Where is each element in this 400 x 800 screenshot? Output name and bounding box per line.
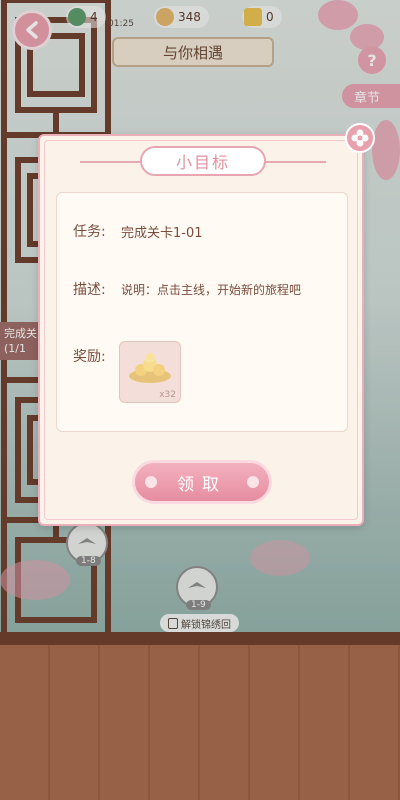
- dialog-title-text: 小目标: [175, 153, 230, 172]
- reward-quantity: x32: [159, 390, 176, 400]
- close-flower-icon: [351, 129, 369, 147]
- reward-label: 奖励:: [73, 349, 106, 365]
- description-value: 说明：点击主线，开始新的旅程吧: [121, 283, 302, 297]
- task-label: 任务:: [73, 224, 106, 240]
- reward-item[interactable]: x32: [119, 341, 181, 403]
- flower-icon: [247, 476, 259, 488]
- dialog-title: 小目标: [140, 146, 266, 176]
- goal-content: 任务: 完成关卡1-01 描述: 说明：点击主线，开始新的旅程吧 奖励: x32: [56, 192, 348, 432]
- task-value: 完成关卡1-01: [121, 226, 203, 241]
- goal-dialog: 小目标 任务: 完成关卡1-01 描述: 说明：点击主线，开始新的旅程吧 奖励:…: [38, 134, 364, 526]
- title-ornament-right: [256, 161, 326, 163]
- flower-icon: [145, 476, 157, 488]
- description-label: 描述:: [73, 282, 106, 298]
- close-button[interactable]: [345, 123, 375, 153]
- gold-ingot-icon: [129, 353, 171, 383]
- claim-button-label: 领取: [177, 474, 227, 495]
- dialog-title-wrap: 小目标: [80, 144, 326, 180]
- claim-button[interactable]: 领取: [132, 460, 272, 504]
